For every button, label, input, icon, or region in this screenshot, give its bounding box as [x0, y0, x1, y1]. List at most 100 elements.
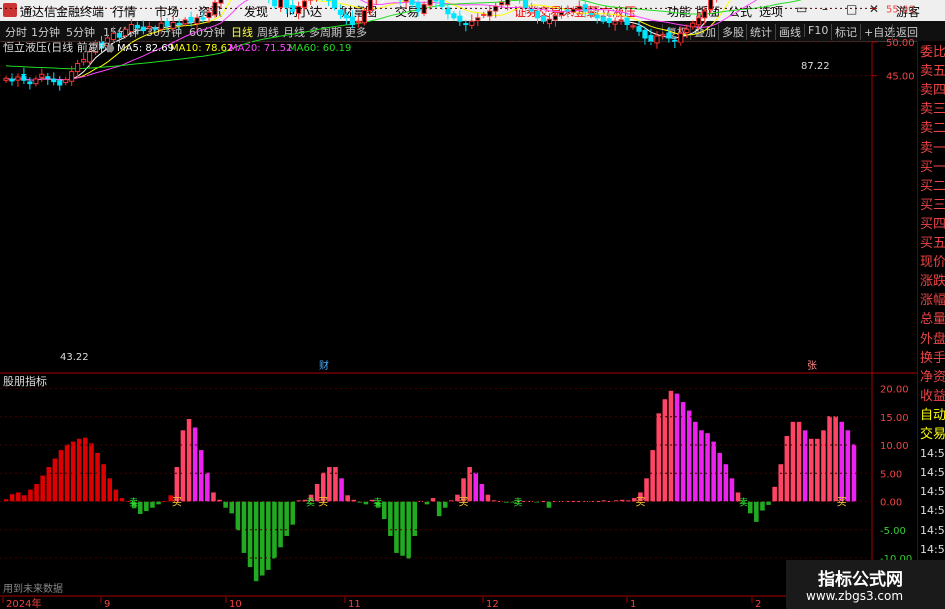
indicator-bar [333, 467, 338, 502]
indicator-bar [76, 438, 82, 502]
candle-body [170, 22, 176, 29]
candle-body [618, 19, 624, 22]
candle-body [588, 13, 594, 16]
candle-body [296, 5, 302, 15]
quote-panel-item: 买一 [920, 159, 945, 175]
indicator-bar [686, 410, 692, 502]
indicator-bar [412, 501, 418, 536]
date-tick-label: 2 [755, 599, 761, 609]
candle-body [51, 78, 57, 83]
quote-panel-item: 14:56 [920, 504, 945, 518]
candle-body [409, 0, 415, 5]
indicator-bar [711, 441, 716, 502]
quote-panel-item: 涨跌 [920, 274, 945, 290]
buy-signal-mark: 买 [318, 497, 328, 509]
candle-body [272, 0, 278, 7]
indicator-bar [284, 501, 289, 536]
indicator-tick-label: 10.00 [880, 441, 909, 452]
candle-body [522, 0, 529, 9]
indicator-tick-label: 20.00 [880, 385, 909, 396]
finance-event-mark[interactable]: 财 [319, 359, 329, 372]
candle-body [164, 21, 170, 27]
quote-panel-item: 卖一 [920, 140, 945, 156]
indicator-bar [259, 501, 265, 576]
quote-panel-item: 卖四 [920, 83, 945, 99]
sell-signal-mark: 卖 [373, 498, 382, 509]
ma10-label: MA10: 78.62 [170, 43, 233, 54]
candle-body [278, 0, 284, 8]
candle-body [660, 34, 666, 37]
indicator-bar [180, 430, 186, 502]
candle-body [218, 0, 224, 4]
indicator-bar [205, 472, 210, 502]
indicator-title: 股朋指标 [3, 374, 47, 388]
chart-title: 恒立液压(日线 前复权) [3, 40, 114, 54]
quote-panel-item: 外盘 [920, 331, 945, 347]
date-axis: 2024年 9 10 11 12 1 2 [0, 597, 917, 609]
indicator-bar [95, 452, 100, 502]
candle-body [546, 18, 553, 25]
candle-body [570, 8, 576, 13]
candle-body [343, 14, 349, 19]
chart-grid [0, 42, 917, 597]
indicator-bar [790, 421, 796, 502]
indicator-bar [15, 492, 21, 502]
indicator-bar [833, 416, 838, 502]
ma20-label: MA20: 71.52 [229, 43, 292, 54]
candle-body [152, 27, 158, 30]
indicator-bar [717, 452, 723, 502]
quote-side-panel: 委比 卖五 卖四 卖三 卖二 卖一 买一 买二 买三 买四 买五 现价 涨跌 涨幅 总量 外盘 换手 净资 收益 自动… [917, 41, 945, 609]
candle-body [451, 13, 457, 19]
sell-signal-mark: 卖 [513, 498, 522, 509]
candle-body [540, 15, 547, 22]
indicator-bar [442, 501, 448, 508]
date-tick-label: 11 [348, 599, 361, 609]
candle-body [75, 63, 81, 73]
indicator-bar [808, 438, 814, 502]
indicator-bar [546, 501, 552, 508]
indicator-bar [388, 501, 393, 536]
indicator-bar [339, 478, 344, 502]
candle-body [696, 17, 702, 26]
indicator-bar [815, 438, 820, 502]
quote-panel-item: 现价 [920, 255, 945, 271]
candle-body [594, 14, 600, 19]
candle-body [331, 0, 338, 9]
quote-panel-item: 换手 [920, 350, 945, 366]
candle-body [3, 77, 9, 81]
rise-event-mark[interactable]: 张 [807, 360, 817, 372]
candle-body [630, 25, 636, 28]
candle-body [672, 39, 678, 42]
indicator-bar [52, 458, 58, 502]
candle-body [678, 32, 684, 43]
candle-body [481, 13, 487, 16]
indicator-bar [83, 437, 88, 502]
quote-panel-item: 自动 [920, 407, 945, 423]
quote-panel-item: 买二 [920, 178, 945, 194]
candle-body [81, 58, 87, 63]
indicator-bar [699, 430, 704, 502]
date-tick-label: 12 [486, 599, 499, 609]
candle-body [200, 17, 206, 20]
indicator-bar [473, 472, 479, 502]
indicator-bar [485, 494, 491, 502]
indicator-bar [150, 501, 155, 508]
quote-panel-item: 总量 [920, 312, 945, 328]
candle-body [27, 81, 33, 85]
indicator-bar [198, 450, 204, 502]
candle-body [182, 19, 188, 25]
indicator-bar [223, 501, 228, 508]
quote-panel-item: 14:56 [920, 542, 945, 556]
settings-icon[interactable]: ● [106, 43, 115, 54]
indicator-bar [192, 427, 198, 502]
candle-body [176, 22, 182, 26]
candle-body [505, 0, 511, 6]
indicator-tick-label: 15.00 [880, 413, 909, 424]
watermark-banner: 指标公式网 www.zbgs3.com [786, 560, 945, 609]
indicator-bar [9, 494, 15, 502]
kline-chart[interactable]: 买买买买买卖卖卖卖卖 恒立液压(日线 前复权) ● MA5: 82.69 MA1… [0, 0, 917, 609]
quote-panel-item: 交易 [920, 427, 945, 442]
indicator-bar [766, 501, 771, 505]
indicator-bar [247, 501, 253, 568]
quote-panel-item: 14:56 [920, 523, 945, 537]
